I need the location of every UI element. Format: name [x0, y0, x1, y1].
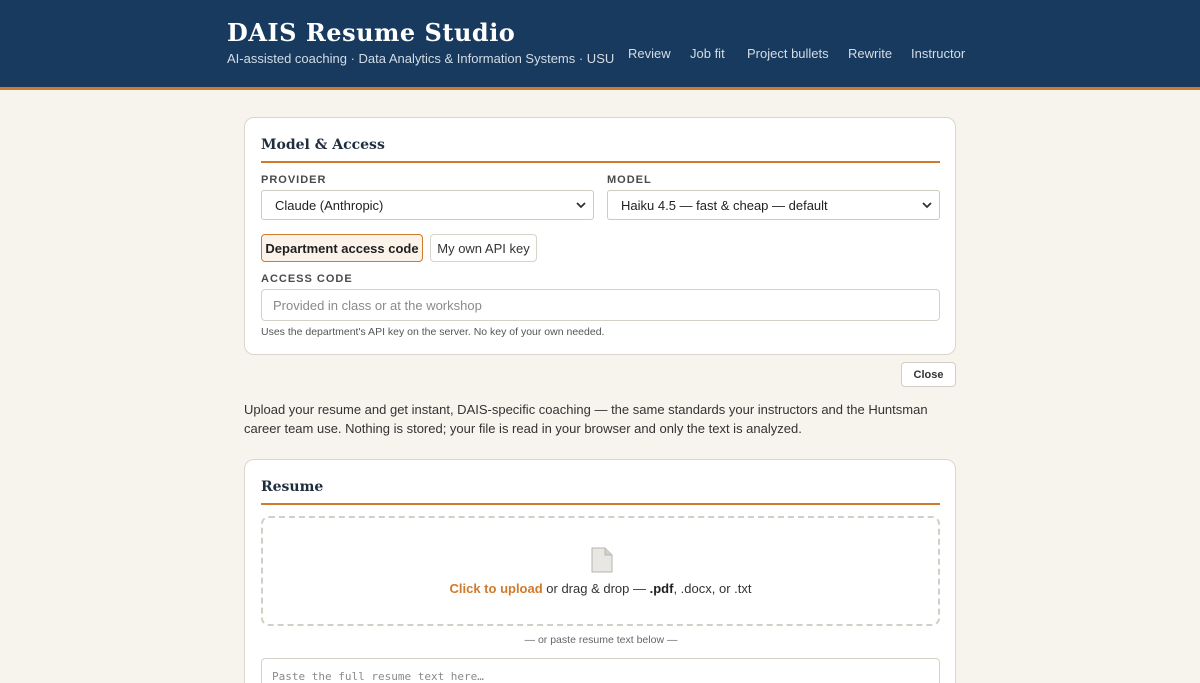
close-button[interactable]: Close	[901, 362, 956, 387]
model-access-card: Model & Access PROVIDER Claude (Anthropi…	[244, 117, 956, 355]
intro-text: Upload your resume and get instant, DAIS…	[244, 402, 928, 436]
resume-text-area[interactable]: Paste the full resume text here…	[261, 658, 940, 683]
resume-card: Resume Click to upload or drag & drop — …	[244, 459, 956, 683]
chevron-down-icon	[922, 202, 932, 209]
upload-instructions: Click to upload or drag & drop — .pdf, .…	[263, 581, 938, 596]
provider-select[interactable]: Claude (Anthropic)	[261, 190, 594, 220]
provider-select-value: Claude (Anthropic)	[275, 198, 384, 213]
model-select-value: Haiku 4.5 — fast & cheap — default	[621, 198, 828, 213]
upload-tail-text: , .docx, or .txt	[673, 581, 752, 596]
section-divider	[261, 503, 940, 505]
model-label: MODEL	[607, 174, 652, 186]
upload-link[interactable]: Click to upload	[450, 581, 543, 596]
tab-department-access-code[interactable]: Department access code	[261, 234, 423, 262]
app-subtitle: AI-assisted coaching · Data Analytics & …	[227, 51, 615, 66]
app-title: DAIS Resume Studio	[227, 18, 516, 47]
tab-own-api-key[interactable]: My own API key	[430, 234, 537, 262]
upload-middle-text: or drag & drop —	[542, 581, 650, 596]
resume-title: Resume	[261, 479, 324, 495]
file-icon	[591, 547, 613, 573]
model-access-title: Model & Access	[261, 137, 385, 153]
access-code-input[interactable]: Provided in class or at the workshop	[261, 289, 940, 321]
nav-review[interactable]: Review	[628, 46, 671, 61]
provider-label: PROVIDER	[261, 174, 327, 186]
or-paste-divider: — or paste resume text below —	[524, 634, 678, 646]
chevron-down-icon	[576, 202, 586, 209]
pdf-extension: .pdf	[649, 581, 674, 596]
header-accent-stripe	[0, 87, 1200, 90]
section-divider	[261, 161, 940, 163]
access-code-help: Uses the department's API key on the ser…	[261, 326, 605, 338]
nav-rewrite[interactable]: Rewrite	[848, 46, 892, 61]
nav-instructor[interactable]: Instructor	[911, 46, 965, 61]
top-header: DAIS Resume Studio AI-assisted coaching …	[0, 0, 1200, 87]
resume-dropzone[interactable]: Click to upload or drag & drop — .pdf, .…	[261, 516, 940, 626]
nav-project-bullets[interactable]: Project bullets	[747, 46, 829, 61]
access-code-label: ACCESS CODE	[261, 273, 353, 285]
model-select[interactable]: Haiku 4.5 — fast & cheap — default	[607, 190, 940, 220]
nav-job-fit[interactable]: Job fit	[690, 46, 725, 61]
